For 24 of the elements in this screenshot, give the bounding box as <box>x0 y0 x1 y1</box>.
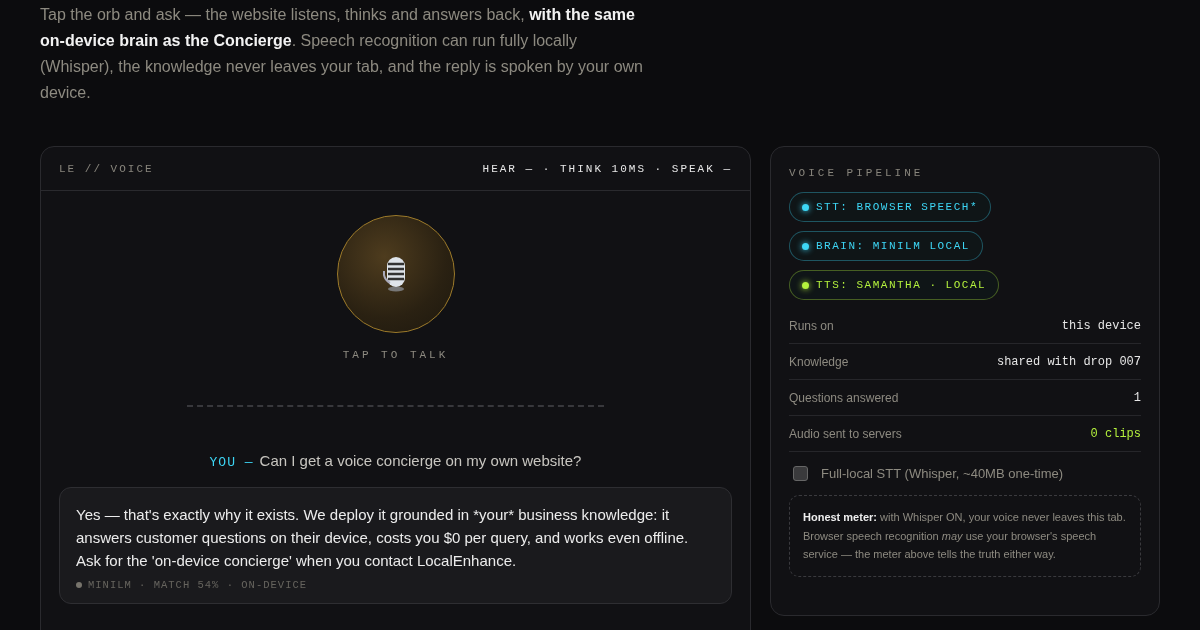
reply-text: Yes — that's exactly why it exists. We deploy it grounded in *your* business knowledge: it answers customer questions on their device, costs you $0 per query, and works even offline. Ask for the 'on-device concierge' when you contact LocalEnhance. <box>76 505 690 571</box>
stat-value: 1 <box>1133 390 1141 405</box>
question-text: Can I get a voice concierge on my own website? <box>259 452 582 469</box>
pipeline-title: VOICE PIPELINE <box>789 167 925 179</box>
chip-label: TTS: SAMANTHA · LOCAL <box>816 279 987 291</box>
stat-label: Knowledge <box>789 354 849 369</box>
note-text: Honest meter: with Whisper ON, your voice never leaves this tab. Browser speech recognition may use your browser's speech service — the meter above tells the truth either way. <box>803 510 1127 562</box>
whisper-checkbox[interactable] <box>793 466 808 481</box>
stat-label: Audio sent to servers <box>789 426 902 441</box>
reply-meta: MINILM · MATCH 54% · ON-DEVICE <box>88 579 308 591</box>
speaker-label: YOU — <box>209 455 254 470</box>
status-dot-icon <box>76 582 82 588</box>
stat-value: 0 clips <box>1090 426 1141 441</box>
status-text: HEAR — · THINK 10MS · SPEAK — <box>482 162 732 175</box>
stat-label: Questions answered <box>789 390 899 405</box>
brand-label: LE // VOICE <box>59 162 154 175</box>
stat-value: this device <box>1061 318 1141 333</box>
stat-label: Runs on <box>789 318 834 333</box>
intro-paragraph: Tap the orb and ask — the website listens, thinks and answers back, with the same on-device brain as the Concierge. Speech recognition can run fully locally (Whisper), the knowledge never leaves your tab, and the reply is spoken by your own device. <box>40 5 644 103</box>
checkbox-label: Full-local STT (Whisper, ~40MB one-time) <box>821 466 1064 481</box>
stat-value: shared with drop 007 <box>996 354 1141 369</box>
tap-to-talk-label: TAP TO TALK <box>342 349 449 361</box>
chip-label: STT: BROWSER SPEECH* <box>816 201 979 213</box>
chip-label: BRAIN: MINILM LOCAL <box>816 240 970 252</box>
